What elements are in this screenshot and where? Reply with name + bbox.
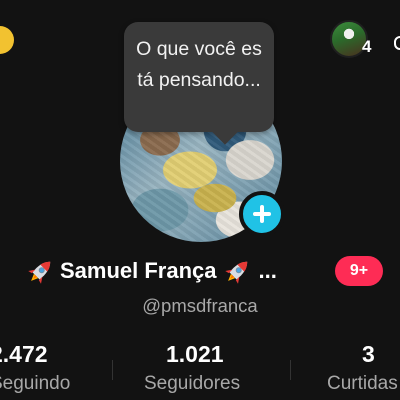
status-bubble-text: O que você está pensando... [136, 38, 262, 91]
rocket-icon [26, 256, 56, 286]
profile-name: Samuel França [60, 258, 217, 283]
friends-count[interactable]: 4 [362, 37, 371, 57]
add-icon [253, 205, 271, 223]
followers-count[interactable]: 1.021 [166, 341, 224, 368]
following-label[interactable]: Seguindo [0, 373, 70, 395]
status-indicator-icon[interactable] [0, 26, 14, 54]
profile-name-row[interactable]: Samuel França ... [26, 254, 277, 288]
likes-count[interactable]: 3 [362, 341, 375, 368]
stats-divider [290, 360, 291, 380]
profile-name-ellipsis: ... [258, 258, 277, 283]
likes-label[interactable]: Curtidas [327, 373, 398, 395]
stats-divider [112, 360, 113, 380]
following-count[interactable]: 2.472 [0, 341, 48, 368]
rocket-icon [223, 256, 253, 286]
menu-edge-icon[interactable] [394, 36, 400, 50]
notification-badge[interactable]: 9+ [335, 256, 383, 286]
status-bubble[interactable]: O que você está pensando... [124, 22, 274, 132]
add-story-button[interactable] [239, 191, 285, 237]
followers-label[interactable]: Seguidores [144, 373, 240, 395]
profile-handle: @pmsdfranca [142, 295, 258, 316]
